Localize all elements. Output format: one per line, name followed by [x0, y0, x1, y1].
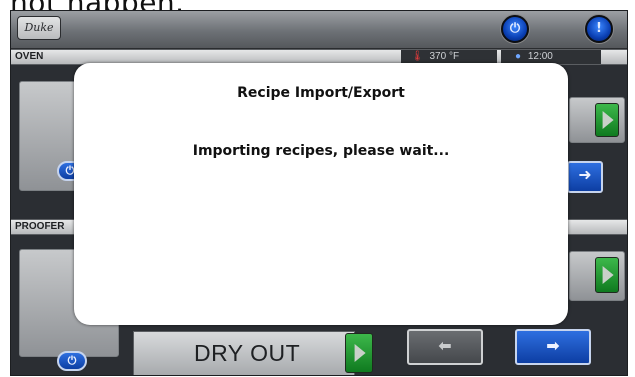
modal-overlay: Recipe Import/Export Importing recipes, …	[0, 0, 635, 377]
recipe-import-export-dialog: Recipe Import/Export Importing recipes, …	[74, 63, 568, 325]
dialog-title: Recipe Import/Export	[237, 85, 405, 101]
app-screen: not happen. Duke ⏻ ! OVEN 🌡 370 °F ● 12:…	[0, 0, 635, 377]
dialog-message: Importing recipes, please wait...	[192, 143, 450, 159]
